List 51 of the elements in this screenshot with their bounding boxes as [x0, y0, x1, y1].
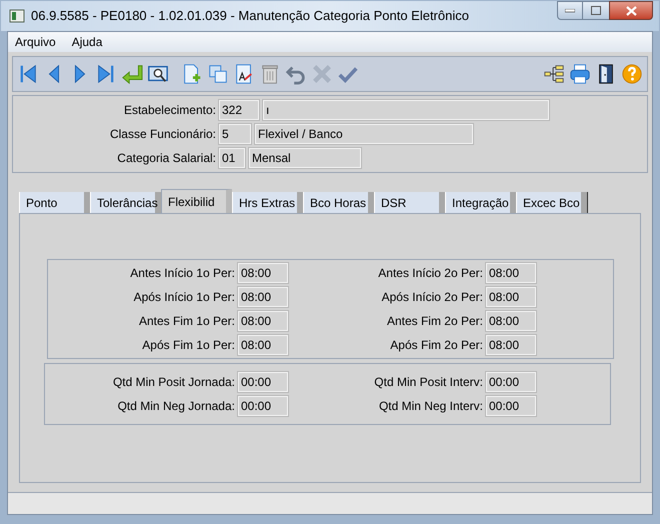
code-field[interactable]: 01: [219, 148, 245, 168]
time-field[interactable]: 00:00: [486, 372, 536, 392]
field-label: Qtd Min Neg Interv:: [378, 398, 484, 415]
field-label: Após Fim 1o Per:: [141, 337, 236, 354]
menu-item[interactable]: Ajuda: [72, 33, 102, 51]
time-field[interactable]: 08:00: [486, 263, 536, 283]
tab[interactable]: Ponto: [19, 192, 90, 213]
code-field[interactable]: 322: [219, 100, 259, 120]
field-label: Categoria Salarial:: [116, 150, 217, 167]
time-field[interactable]: 00:00: [486, 396, 536, 416]
menu-item[interactable]: Arquivo: [15, 33, 56, 51]
field-label: Após Fim 2o Per:: [389, 337, 484, 354]
tab[interactable]: Bco Horas: [303, 192, 374, 213]
time-field[interactable]: 08:00: [486, 287, 536, 307]
tab[interactable]: Integração: [445, 192, 516, 213]
time-field[interactable]: 00:00: [238, 396, 288, 416]
maximize-icon: [591, 6, 601, 15]
minimize-button[interactable]: [557, 1, 583, 20]
tab[interactable]: DSR: [374, 192, 445, 213]
field-label: Antes Início 1o Per:: [129, 265, 236, 282]
time-field[interactable]: 08:00: [486, 311, 536, 331]
field-label: Qtd Min Neg Jornada:: [116, 398, 236, 415]
field-label: Qtd Min Posit Interv:: [373, 374, 484, 391]
window-title: 06.9.5585 - PE0180 - 1.02.01.039 - Manutenção Categoria Ponto Eletrônico: [31, 7, 469, 26]
time-field[interactable]: 08:00: [238, 335, 288, 355]
time-field[interactable]: 08:00: [238, 263, 288, 283]
field-label: Antes Fim 2o Per:: [386, 313, 484, 330]
field-label: Antes Início 2o Per:: [377, 265, 484, 282]
maximize-button[interactable]: [583, 1, 609, 20]
tab[interactable]: Excec Bco: [516, 192, 587, 213]
description-field[interactable]: ı: [263, 100, 549, 120]
field-label: Antes Fim 1o Per:: [138, 313, 236, 330]
field-label: Estabelecimento:: [122, 102, 217, 119]
close-button[interactable]: [609, 1, 653, 20]
time-field[interactable]: 00:00: [238, 372, 288, 392]
close-icon: [626, 6, 636, 16]
description-field[interactable]: Mensal: [249, 148, 361, 168]
tab[interactable]: Hrs Extras: [232, 192, 303, 213]
time-field[interactable]: 08:00: [486, 335, 536, 355]
tab[interactable]: Tolerâncias: [90, 192, 161, 213]
app-icon: [9, 9, 25, 23]
description-field[interactable]: Flexivel / Banco: [255, 124, 473, 144]
code-field[interactable]: 5: [219, 124, 251, 144]
minimize-icon: [565, 8, 575, 12]
field-label: Qtd Min Posit Jornada:: [112, 374, 236, 391]
time-field[interactable]: 08:00: [238, 287, 288, 307]
time-field[interactable]: 08:00: [238, 311, 288, 331]
field-label: Após Início 2o Per:: [380, 289, 484, 306]
field-label: Após Início 1o Per:: [132, 289, 236, 306]
tab[interactable]: Flexibilid: [161, 189, 232, 213]
field-label: Classe Funcionário:: [108, 126, 217, 143]
